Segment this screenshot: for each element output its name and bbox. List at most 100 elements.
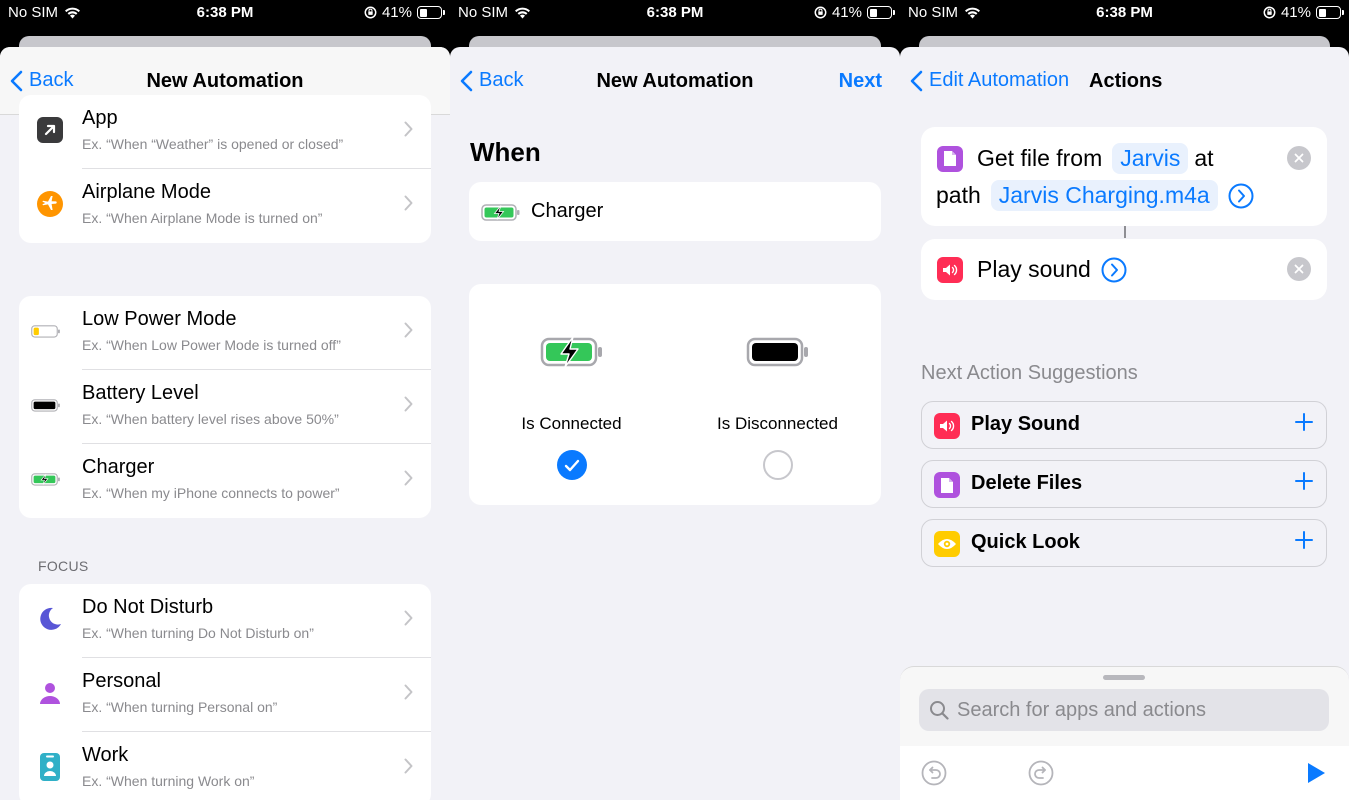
close-icon (1294, 153, 1304, 163)
option-is-disconnected[interactable]: Is Disconnected (675, 284, 880, 505)
list-item-app[interactable]: App Ex. “When “Weather” is opened or clo… (19, 95, 431, 169)
list-item-title: Charger (82, 456, 155, 478)
screen-actions-editor: No SIM 6:38 PM 41% Edit Automation Actio… (900, 0, 1349, 800)
list-item-work[interactable]: Work Ex. “When turning Work on” (19, 732, 431, 800)
action-connector (1124, 226, 1126, 238)
folder-token[interactable]: Jarvis (1112, 143, 1189, 174)
battery-percent: 41% (831, 4, 862, 21)
chevron-circle-right-icon[interactable] (1101, 257, 1127, 283)
radio-checked[interactable] (557, 450, 587, 480)
status-bar: No SIM 6:38 PM 41% (450, 0, 900, 28)
orientation-lock-icon (364, 6, 377, 19)
search-input[interactable] (957, 698, 1317, 722)
list-item-title: Airplane Mode (82, 181, 211, 203)
charging-battery-icon (481, 202, 521, 227)
suggestions-heading: Next Action Suggestions (921, 362, 1138, 384)
next-button[interactable]: Next (839, 70, 882, 93)
close-icon (1294, 264, 1304, 274)
trigger-group-focus: Do Not Disturb Ex. “When turning Do Not … (19, 584, 431, 800)
radio-unchecked[interactable] (763, 450, 793, 480)
suggestion-quick-look[interactable]: Quick Look (921, 519, 1327, 567)
connection-options-card: Is Connected Is Disconnected (469, 284, 881, 505)
page-title: Actions (1089, 70, 1163, 92)
path-token[interactable]: Jarvis Charging.m4a (990, 180, 1218, 211)
remove-action-button[interactable] (1287, 257, 1311, 281)
list-item-subtitle: Ex. “When my iPhone connects to power” (82, 485, 340, 501)
section-header-focus: FOCUS (38, 558, 89, 574)
airplane-icon (35, 189, 65, 219)
list-item-battery-level[interactable]: Battery Level Ex. “When battery level ri… (19, 370, 431, 444)
battery-icon (1316, 6, 1344, 19)
suggestion-play-sound[interactable]: Play Sound (921, 401, 1327, 449)
list-item-subtitle: Ex. “When Low Power Mode is turned off” (82, 337, 341, 353)
document-icon (937, 145, 963, 172)
screen-new-automation-list: No SIM 6:38 PM 41% Back New Automation A… (0, 0, 450, 800)
orientation-lock-icon (814, 6, 827, 19)
list-item-do-not-disturb[interactable]: Do Not Disturb Ex. “When turning Do Not … (19, 584, 431, 658)
search-bar[interactable] (919, 689, 1329, 731)
list-item-title: App (82, 107, 118, 129)
action-line-1: Get file from Jarvis at (937, 143, 1214, 174)
trigger-group-battery: Low Power Mode Ex. “When Low Power Mode … (19, 296, 431, 518)
redo-icon[interactable] (1028, 760, 1054, 786)
plus-icon[interactable] (1294, 530, 1314, 550)
list-item-airplane-mode[interactable]: Airplane Mode Ex. “When Airplane Mode is… (19, 169, 431, 243)
back-label: Edit Automation (929, 69, 1070, 91)
chevron-right-icon (404, 684, 413, 705)
eye-icon (934, 531, 960, 557)
trigger-summary-card: Charger (469, 182, 881, 241)
page-title: New Automation (596, 70, 754, 92)
arrow-up-right-icon (35, 115, 65, 145)
battery-percent: 41% (381, 4, 412, 21)
remove-action-button[interactable] (1287, 146, 1311, 170)
chevron-right-icon (404, 322, 413, 343)
editor-toolbar (900, 746, 1349, 800)
list-item-title: Do Not Disturb (82, 596, 214, 618)
action-search-panel (900, 666, 1349, 800)
chevron-right-icon (404, 195, 413, 216)
option-is-connected[interactable]: Is Connected (469, 284, 674, 505)
trigger-list: App Ex. “When “Weather” is opened or clo… (0, 95, 450, 800)
list-item-subtitle: Ex. “When battery level rises above 50%” (82, 411, 339, 427)
suggestion-delete-files[interactable]: Delete Files (921, 460, 1327, 508)
plus-icon[interactable] (1294, 471, 1314, 491)
list-item-subtitle: Ex. “When Airplane Mode is turned on” (82, 210, 323, 226)
chevron-circle-right-icon[interactable] (1228, 183, 1254, 209)
list-item-subtitle: Ex. “When turning Personal on” (82, 699, 278, 715)
action-get-file[interactable]: Get file from Jarvis at path Jarvis Char… (921, 127, 1327, 226)
navbar: Edit Automation Actions (900, 47, 1349, 115)
edit-automation-back-button[interactable]: Edit Automation (910, 69, 1069, 92)
action-text: path (936, 182, 981, 208)
list-item-low-power-mode[interactable]: Low Power Mode Ex. “When Low Power Mode … (19, 296, 431, 370)
battery-full-large-icon (675, 336, 880, 368)
chevron-right-icon (404, 610, 413, 631)
action-text: Play sound (977, 256, 1091, 282)
list-item-personal[interactable]: Personal Ex. “When turning Personal on” (19, 658, 431, 732)
option-label: Is Disconnected (717, 414, 838, 433)
sheet: Back New Automation Next When Charger Is… (450, 47, 900, 800)
play-icon[interactable] (1305, 761, 1327, 785)
trigger-label: Charger (531, 200, 604, 222)
plus-icon[interactable] (1294, 412, 1314, 432)
chevron-right-icon (404, 396, 413, 417)
list-item-subtitle: Ex. “When “Weather” is opened or closed” (82, 136, 344, 152)
charging-battery-icon (31, 464, 61, 494)
action-play-sound[interactable]: Play sound (921, 239, 1327, 300)
badge-icon (35, 752, 65, 782)
undo-icon[interactable] (921, 760, 947, 786)
person-icon (35, 678, 65, 708)
screen-charger-trigger: No SIM 6:38 PM 41% Back New Automation N… (450, 0, 900, 800)
action-line: Play sound (937, 256, 1127, 283)
list-item-title: Low Power Mode (82, 308, 237, 330)
list-item-charger[interactable]: Charger Ex. “When my iPhone connects to … (19, 444, 431, 518)
sheet: Back New Automation App Ex. “When “Weath… (0, 47, 450, 800)
battery-percent: 41% (1280, 4, 1311, 21)
battery-icon (867, 6, 895, 19)
checkmark-icon (564, 459, 580, 471)
speaker-icon (934, 413, 960, 439)
sheet-grabber[interactable] (1103, 675, 1145, 680)
low-power-battery-icon (31, 316, 61, 346)
list-item-title: Personal (82, 670, 161, 692)
list-item-title: Work (82, 744, 129, 766)
suggestion-label: Quick Look (971, 531, 1080, 553)
